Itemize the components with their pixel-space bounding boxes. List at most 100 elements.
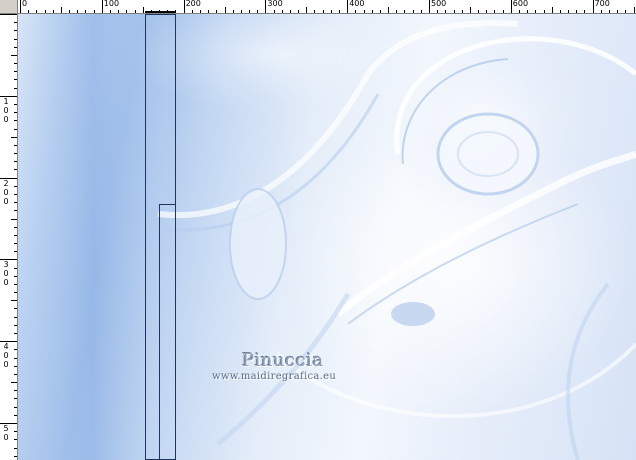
ruler-tick: [14, 185, 17, 187]
ruler-tick: [592, 0, 594, 13]
ruler-tick: [559, 10, 561, 13]
ruler-tick: [11, 382, 17, 384]
ruler-label: 0: [3, 114, 9, 124]
ruler-tick: [494, 10, 496, 13]
ruler-tick: [14, 431, 17, 433]
ruler-label: 1: [3, 96, 9, 106]
ruler-tick: [584, 10, 586, 13]
ruler-tick: [306, 7, 308, 13]
ruler-tick: [14, 22, 17, 24]
ruler-tick: [85, 10, 87, 13]
ruler-tick: [379, 10, 381, 13]
horizontal-ruler[interactable]: 0 100 200 300 400 500 600 700: [18, 0, 636, 14]
ruler-tick: [224, 7, 226, 13]
ruler-tick: [11, 218, 17, 220]
ruler-tick: [600, 10, 602, 13]
ruler-tick: [510, 0, 512, 13]
ruler-label: 100: [103, 0, 120, 8]
ruler-tick: [412, 10, 414, 13]
ruler-tick: [14, 210, 17, 212]
ruler-tick: [396, 10, 398, 13]
vertical-ruler[interactable]: 10020030040050: [0, 14, 18, 460]
selection-guide-inner[interactable]: [159, 204, 176, 460]
ruler-tick: [14, 292, 17, 294]
ruler-tick: [101, 0, 103, 13]
ruler-tick: [322, 10, 324, 13]
ruler-tick: [14, 439, 17, 441]
ruler-tick: [330, 10, 332, 13]
ruler-tick: [14, 414, 17, 416]
ruler-label: 0: [3, 196, 9, 206]
ruler-tick: [14, 333, 17, 335]
ruler-tick: [527, 10, 529, 13]
ruler-tick: [633, 7, 635, 13]
ruler-tick: [14, 120, 17, 122]
ruler-tick: [14, 390, 17, 392]
ruler-tick: [11, 300, 17, 302]
ruler-tick: [14, 398, 17, 400]
ruler-tick: [461, 10, 463, 13]
ruler-tick: [14, 406, 17, 408]
ruler-tick: [518, 10, 520, 13]
ruler-tick: [478, 10, 480, 13]
ruler-label: 0: [3, 278, 9, 288]
ruler-tick: [20, 0, 21, 13]
ruler-label: 0: [3, 351, 9, 361]
ruler-tick: [134, 10, 136, 13]
ruler-tick: [36, 10, 38, 13]
ruler-tick: [109, 10, 111, 13]
ruler-tick: [14, 193, 17, 195]
ruler-tick: [347, 0, 349, 13]
ruler-tick: [14, 226, 17, 228]
ruler-tick: [11, 54, 17, 56]
ruler-corner: [0, 0, 18, 14]
ruler-tick: [118, 10, 120, 13]
ruler-tick: [257, 10, 259, 13]
ruler-tick: [273, 10, 275, 13]
ruler-tick: [14, 144, 17, 146]
ruler-tick: [14, 234, 17, 236]
ruler-tick: [14, 357, 17, 359]
ruler-tick: [289, 10, 291, 13]
ruler-tick: [576, 10, 578, 13]
ruler-tick: [60, 7, 62, 13]
ruler-tick: [208, 10, 210, 13]
ruler-label: 400: [349, 0, 365, 8]
ruler-tick: [14, 153, 17, 155]
ruler-tick: [437, 10, 439, 13]
ruler-tick: [298, 10, 300, 13]
ruler-tick: [14, 283, 17, 285]
ruler-tick: [625, 10, 627, 13]
ruler-tick: [551, 7, 553, 13]
ruler-tick: [355, 10, 357, 13]
ruler-tick: [14, 46, 17, 48]
ruler-tick: [388, 7, 390, 13]
ruler-label: 300: [267, 0, 283, 8]
ruler-tick: [339, 10, 341, 13]
ruler-label: 0: [3, 187, 9, 197]
ruler-tick: [14, 251, 17, 253]
ruler-tick: [14, 112, 17, 114]
abstract-swirl-artwork: [18, 14, 636, 460]
ruler-tick: [240, 10, 242, 13]
ruler-tick: [14, 324, 17, 326]
ruler-label: 0: [3, 433, 9, 442]
ruler-label: 0: [22, 0, 28, 8]
ruler-label: 200: [185, 0, 201, 8]
ruler-tick: [14, 267, 17, 269]
ruler-tick: [420, 10, 422, 13]
ruler-label: 3: [3, 260, 9, 270]
ruler-tick: [14, 71, 17, 73]
ruler-tick: [404, 10, 406, 13]
ruler-tick: [429, 0, 430, 13]
ruler-tick: [14, 38, 17, 40]
ruler-tick: [142, 7, 144, 13]
ruler-tick: [14, 87, 17, 89]
ruler-tick: [469, 7, 471, 13]
ruler-tick: [371, 10, 373, 13]
ruler-tick: [199, 10, 201, 13]
ruler-tick: [14, 63, 17, 65]
ruler-tick: [14, 30, 17, 32]
image-canvas[interactable]: Pinuccia www.maidiregrafica.eu: [18, 14, 636, 460]
ruler-tick: [14, 202, 17, 204]
